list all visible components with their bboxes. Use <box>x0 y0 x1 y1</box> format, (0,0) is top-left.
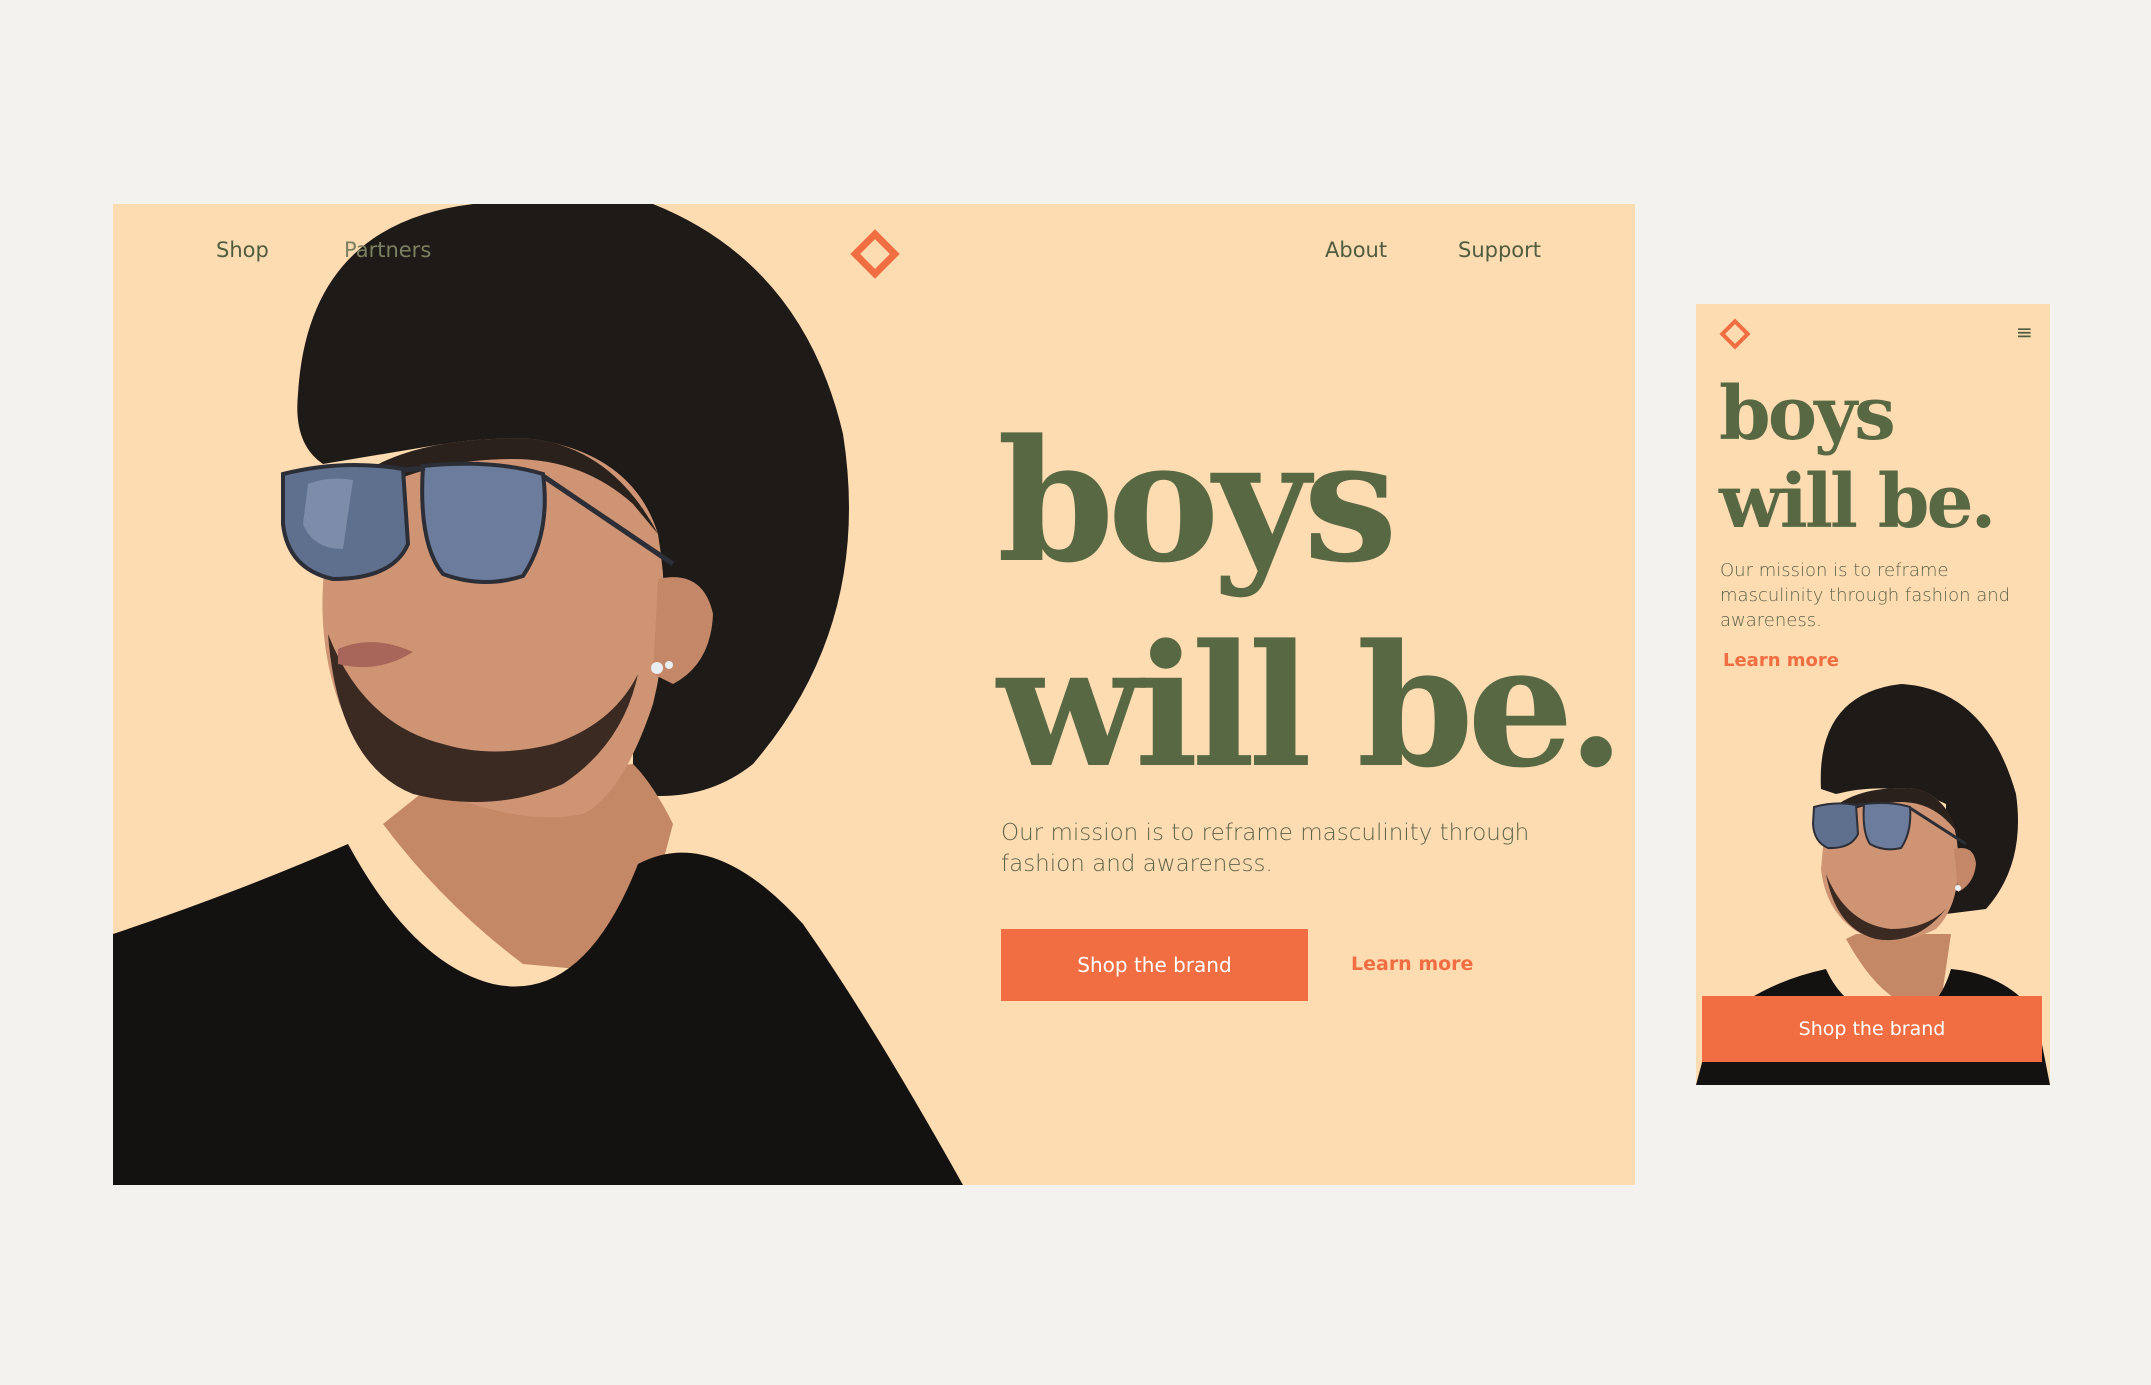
diamond-logo-icon[interactable] <box>845 224 905 284</box>
nav-link-partners[interactable]: Partners <box>344 238 431 262</box>
shop-the-brand-button[interactable]: Shop the brand <box>1001 929 1308 1001</box>
hamburger-menu-icon[interactable]: ≡ <box>2016 320 2033 344</box>
mobile-mission-statement: Our mission is to reframe masculinity th… <box>1720 560 2011 631</box>
desktop-mockup: Shop Partners About Support boys will be… <box>113 204 1635 1185</box>
mobile-mockup: ≡ boys will be. Our mission is to refram… <box>1696 304 2050 1085</box>
mission-statement: Our mission is to reframe masculinity th… <box>1001 820 1530 877</box>
nav-link-support[interactable]: Support <box>1458 238 1541 262</box>
headline-line-2: will be. <box>1719 459 1996 545</box>
diamond-logo-icon[interactable] <box>1717 316 1753 352</box>
mobile-learn-more-link[interactable]: Learn more <box>1723 650 1839 671</box>
headline-line-2: will be. <box>997 607 1625 805</box>
headline-line-1: boys <box>997 402 1398 600</box>
hero-headline: boys will be. <box>997 399 1625 809</box>
mobile-shop-the-brand-button[interactable]: Shop the brand <box>1702 996 2042 1062</box>
nav-link-about[interactable]: About <box>1325 238 1387 262</box>
nav-link-shop[interactable]: Shop <box>216 238 269 262</box>
headline-line-1: boys <box>1719 371 1896 457</box>
hero-portrait-image <box>113 204 963 1185</box>
mobile-hero-headline: boys will be. <box>1719 370 1996 546</box>
learn-more-link[interactable]: Learn more <box>1351 953 1473 975</box>
